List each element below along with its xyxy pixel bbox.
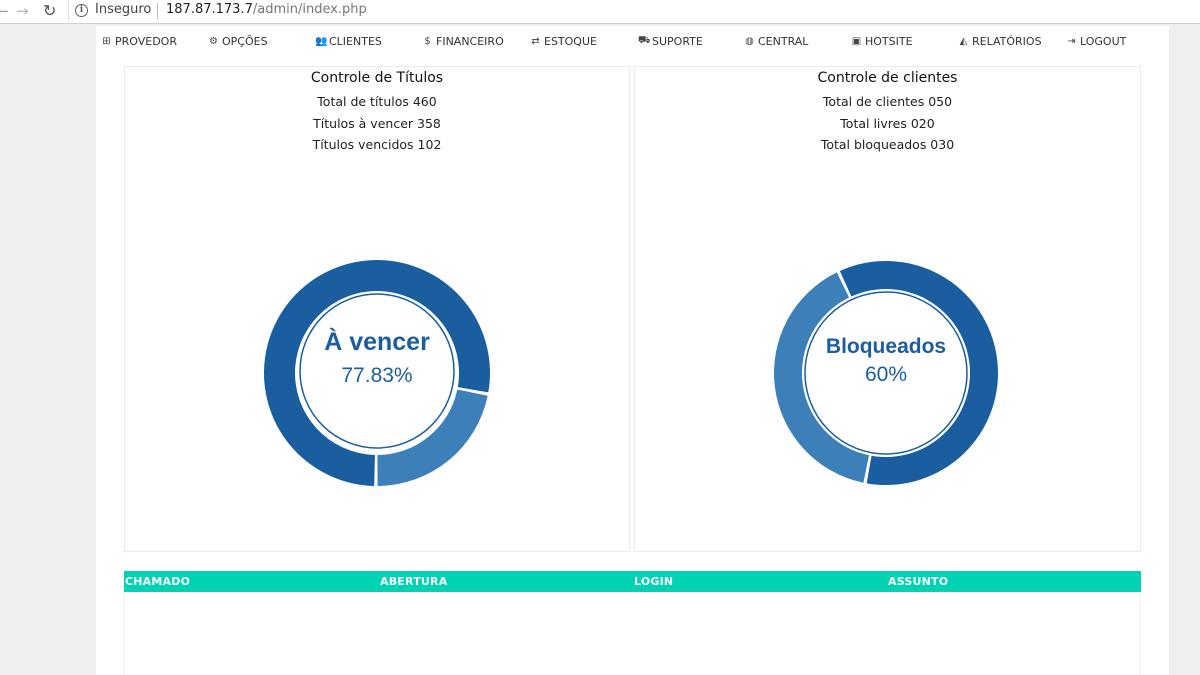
menu-item-label: SUPORTE (652, 35, 703, 48)
column-header-assunto[interactable]: ASSUNTO (888, 575, 948, 588)
donut-center-value: 77.83% (341, 364, 412, 387)
menu-item-label: HOTSITE (865, 35, 913, 48)
users-icon: 👥 (315, 36, 328, 47)
main-menu: ⊞ PROVEDOR ⚙ OPÇÕES 👥 CLIENTES $ FINANCE… (96, 26, 1169, 58)
security-indicator[interactable]: Inseguro (95, 2, 151, 17)
donut-slice-livres[interactable] (774, 272, 870, 483)
menu-item-label: OPÇÕES (222, 35, 268, 48)
donut-center-label: À vencer (324, 327, 430, 356)
titles-donut-chart: À vencer 77.83% (264, 260, 490, 486)
cogs-icon: ⚙ (209, 36, 218, 47)
exchange-icon: ⇄ (531, 36, 540, 47)
clients-panel: Controle de clientes Total de clientes 0… (634, 66, 1141, 552)
menu-item-relatorios[interactable]: ◭ RELATÓRIOS (958, 35, 1042, 48)
menu-item-label: FINANCEIRO (436, 35, 504, 48)
menu-item-central[interactable]: ◍ CENTRAL (744, 35, 808, 48)
url-path: /admin/index.php (252, 2, 367, 17)
menu-item-opcoes[interactable]: ⚙ OPÇÕES (208, 35, 268, 48)
url-separator (157, 3, 158, 19)
menu-item-clientes[interactable]: 👥 CLIENTES (315, 35, 382, 48)
menu-item-label: PROVEDOR (115, 35, 177, 48)
dollar-icon: $ (424, 36, 431, 47)
menu-item-label: LOGOUT (1080, 35, 1127, 48)
donut-slice-vencidos[interactable] (377, 389, 488, 486)
sitemap-icon: ⊞ (102, 36, 111, 47)
donut-center-value: 60% (865, 363, 907, 386)
globe-icon: ◍ (745, 36, 754, 47)
menu-item-label: RELATÓRIOS (972, 35, 1042, 48)
truck-icon: ⛟ (638, 35, 651, 46)
column-header-abertura[interactable]: ABERTURA (380, 575, 447, 588)
menu-item-logout[interactable]: ⇥ LOGOUT (1066, 35, 1126, 48)
tickets-table-header: CHAMADO ABERTURA LOGIN ASSUNTO (124, 571, 1141, 592)
menu-item-financeiro[interactable]: $ FINANCEIRO (422, 35, 504, 48)
sign-out-icon: ⇥ (1067, 36, 1076, 47)
back-arrow-icon[interactable]: ← (0, 1, 9, 21)
forward-arrow-icon[interactable]: → (16, 1, 29, 21)
html5-icon: ▣ (851, 36, 862, 47)
column-header-login[interactable]: LOGIN (634, 575, 673, 588)
info-icon[interactable]: i (75, 4, 88, 17)
url-text[interactable]: 187.87.173.7/admin/index.php (166, 2, 367, 17)
menu-item-label: CLIENTES (329, 35, 382, 48)
browser-toolbar: ← → ↻ i Inseguro 187.87.173.7/admin/inde… (0, 0, 1200, 24)
url-host: 187.87.173.7 (166, 2, 253, 17)
menu-item-estoque[interactable]: ⇄ ESTOQUE (530, 35, 597, 48)
menu-item-provedor[interactable]: ⊞ PROVEDOR (101, 35, 177, 48)
address-bar[interactable]: i Inseguro 187.87.173.7/admin/index.php (68, 0, 1200, 22)
titles-panel: Controle de Títulos Total de títulos 460… (124, 66, 630, 552)
tickets-table-body (124, 592, 1141, 675)
clients-donut-chart: Bloqueados 60% (774, 261, 998, 485)
area-chart-icon: ◭ (959, 36, 968, 47)
admin-page: ⊞ PROVEDOR ⚙ OPÇÕES 👥 CLIENTES $ FINANCE… (96, 26, 1169, 675)
menu-item-label: CENTRAL (758, 35, 809, 48)
menu-item-hotsite[interactable]: ▣ HOTSITE (851, 35, 913, 48)
menu-item-label: ESTOQUE (544, 35, 597, 48)
column-header-chamado[interactable]: CHAMADO (125, 575, 190, 588)
donut-center-label: Bloqueados (826, 335, 946, 358)
menu-item-suporte[interactable]: ⛟ SUPORTE (638, 35, 703, 48)
reload-icon[interactable]: ↻ (43, 1, 56, 21)
